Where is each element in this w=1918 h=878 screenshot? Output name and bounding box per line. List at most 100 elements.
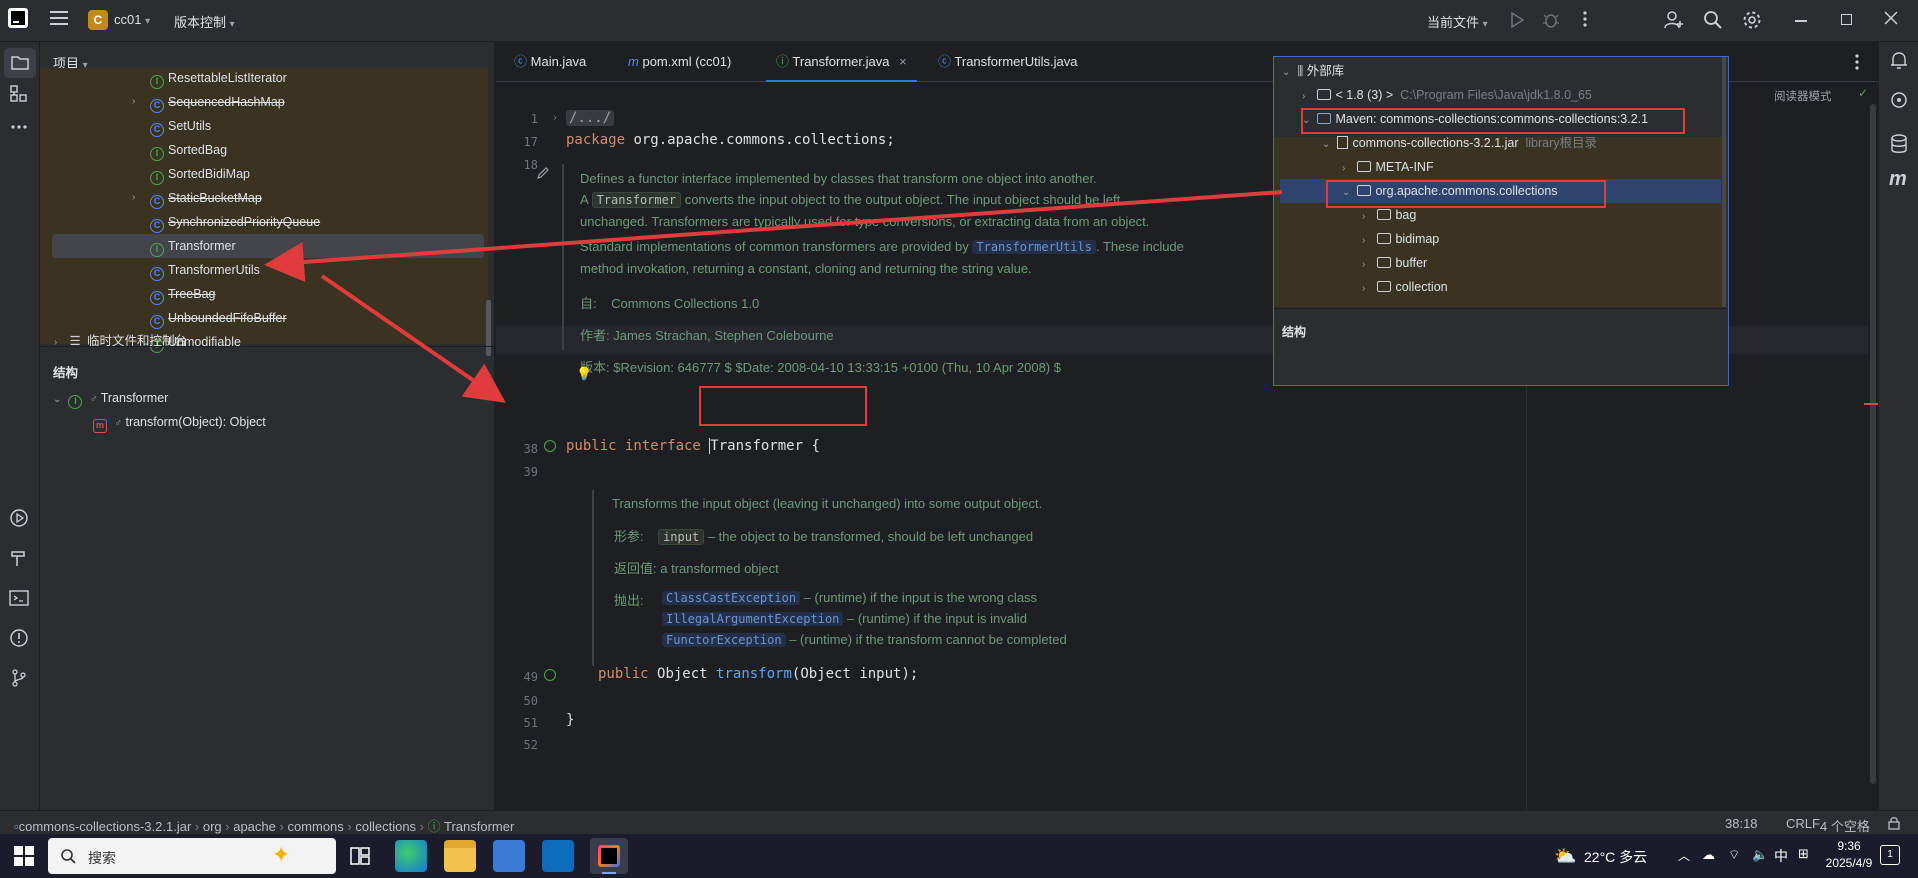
tree-scrollbar[interactable]	[486, 300, 491, 356]
breadcrumb-item[interactable]: apache	[233, 819, 276, 834]
tab-transformerutils-java[interactable]: ⓒ TransformerUtils.java	[928, 42, 1087, 82]
run-icon[interactable]	[1510, 12, 1524, 28]
structure-method[interactable]: m ♂ transform(Object): Object	[93, 410, 266, 434]
volume-icon[interactable]: 🔈	[1752, 847, 1768, 863]
external-libraries-node[interactable]: ⌄ ⫼ 外部库	[1282, 59, 1344, 83]
restore-icon[interactable]	[1841, 14, 1852, 25]
tree-item[interactable]: C SynchronizedPriorityQueue	[40, 210, 488, 234]
terminal-icon[interactable]	[9, 588, 29, 608]
tab-main-java[interactable]: ⓒ Main.java	[504, 42, 596, 82]
tray-chevron-icon[interactable]: ︿	[1678, 847, 1690, 864]
chevron-right-icon[interactable]: ›	[132, 90, 144, 114]
add-user-icon[interactable]	[1664, 10, 1684, 30]
breadcrumb-item[interactable]: Transformer	[444, 819, 514, 834]
method-name[interactable]: transform	[716, 666, 792, 682]
indent-setting[interactable]: 4 个空格	[1820, 816, 1870, 835]
doc-link-transformerutils[interactable]: TransformerUtils	[972, 240, 1096, 254]
tree-item[interactable]: › C StaticBucketMap	[40, 186, 488, 210]
debug-icon[interactable]	[1543, 11, 1559, 29]
meta-inf-node[interactable]: › META-INF	[1342, 155, 1434, 179]
implemented-gutter-icon[interactable]	[544, 440, 556, 452]
tree-item[interactable]: I SortedBidiMap	[40, 162, 488, 186]
clock[interactable]: 9:36 2025/4/9	[1822, 838, 1876, 872]
tree-item[interactable]: C SetUtils	[40, 114, 488, 138]
chevron-right-icon[interactable]: ›	[132, 186, 144, 210]
implemented-gutter-icon[interactable]	[544, 669, 556, 681]
file-explorer-icon[interactable]	[444, 840, 476, 872]
tab-options-icon[interactable]	[1855, 54, 1859, 70]
vcs-menu[interactable]: 版本控制 ▾	[174, 12, 235, 31]
close-icon[interactable]	[1884, 11, 1898, 25]
folder-icon	[1377, 209, 1392, 220]
outlook-icon[interactable]	[542, 840, 574, 872]
minimize-icon[interactable]	[1795, 20, 1807, 22]
windows-start-icon[interactable]	[14, 846, 34, 866]
folded-region[interactable]: /.../	[566, 110, 615, 126]
close-tab-icon[interactable]: ×	[899, 54, 907, 69]
more-tools-icon[interactable]	[10, 124, 28, 130]
tree-item[interactable]: I ResettableListIterator	[40, 66, 488, 90]
package-child-node[interactable]: › collection	[1362, 275, 1448, 299]
settings-gear-icon[interactable]	[1742, 10, 1762, 30]
taskbar-search-box[interactable]: 搜索 ✦	[48, 838, 336, 874]
jar-node[interactable]: ⌄ commons-collections-3.2.1.jar library根…	[1322, 131, 1597, 155]
edge-browser-icon[interactable]	[395, 840, 427, 872]
search-icon[interactable]	[1703, 10, 1723, 30]
package-child-node[interactable]: › buffer	[1362, 251, 1427, 275]
tree-item[interactable]: › C SequencedHashMap	[40, 90, 488, 114]
tab-transformer-java[interactable]: ⓘ Transformer.java ×	[766, 42, 917, 82]
network-icon[interactable]: ☁	[1702, 847, 1715, 863]
caret-position[interactable]: 38:18	[1725, 816, 1758, 831]
problems-icon[interactable]	[9, 628, 29, 648]
project-badge[interactable]: C	[88, 10, 108, 30]
tree-item[interactable]: C TreeBag	[40, 282, 488, 306]
microsoft-store-icon[interactable]	[493, 840, 525, 872]
project-tool-button[interactable]	[4, 48, 36, 78]
git-branch-icon[interactable]	[9, 668, 29, 688]
jdk-node[interactable]: › < 1.8 (3) > C:\Program Files\Java\jdk1…	[1302, 83, 1592, 107]
notifications-bell-icon[interactable]	[1889, 50, 1909, 70]
task-view-icon[interactable]	[350, 846, 370, 866]
run-config-selector[interactable]: 当前文件 ▾	[1427, 12, 1488, 31]
package-child-node[interactable]: › bidimap	[1362, 227, 1439, 251]
database-icon[interactable]	[1890, 134, 1908, 154]
tree-item[interactable]: C TransformerUtils	[40, 258, 488, 282]
doc-link-exception[interactable]: FunctorException	[662, 633, 786, 647]
structure-root[interactable]: ⌄ I ♂ Transformer	[53, 386, 168, 410]
main-menu-icon[interactable]	[50, 10, 68, 26]
tree-item[interactable]: C UnboundedFifoBuffer	[40, 306, 488, 330]
edit-doc-pencil-icon[interactable]	[536, 166, 550, 180]
run-tool-icon[interactable]	[9, 508, 29, 528]
line-ending[interactable]: CRLF	[1786, 816, 1820, 831]
readonly-lock-icon[interactable]	[1888, 816, 1900, 830]
breadcrumb-item[interactable]: org	[203, 819, 222, 834]
weather-text[interactable]: 22°C 多云	[1584, 847, 1647, 867]
tab-pom-xml[interactable]: m pom.xml (cc01)	[618, 42, 741, 82]
breadcrumb-item[interactable]: commons-collections-3.2.1.jar	[19, 819, 192, 834]
editor-scrollbar[interactable]	[1870, 104, 1876, 784]
popup-scrollbar[interactable]	[1722, 57, 1726, 307]
build-hammer-icon[interactable]	[9, 548, 29, 568]
project-name[interactable]: cc01 ▾	[114, 12, 150, 27]
doc-link-exception[interactable]: ClassCastException	[662, 591, 801, 605]
notification-center-icon[interactable]: 1	[1880, 845, 1900, 865]
breadcrumb-item[interactable]: commons	[287, 819, 343, 834]
ai-assistant-icon[interactable]	[1889, 90, 1909, 110]
structure-tool-icon[interactable]	[9, 84, 29, 104]
ime-mode-icon[interactable]: ⊞	[1798, 846, 1809, 862]
intellij-taskbar-button[interactable]	[590, 838, 628, 874]
folded-imports[interactable]: /.../	[566, 110, 615, 126]
wifi-icon[interactable]: ⌔	[1728, 847, 1740, 863]
fold-chevron-icon[interactable]: ›	[553, 112, 557, 124]
weather-cloud-icon[interactable]: ⛅	[1554, 846, 1576, 867]
ime-indicator[interactable]: 中	[1774, 846, 1788, 866]
more-actions-icon[interactable]	[1583, 11, 1587, 27]
scratches-node[interactable]: › ☰ 临时文件和控制台	[40, 329, 488, 353]
maven-tool-icon[interactable]: m	[1889, 168, 1907, 191]
lightbulb-icon[interactable]: 💡	[576, 366, 592, 382]
tree-item[interactable]: I SortedBag	[40, 138, 488, 162]
interface-name[interactable]: Transformer	[709, 438, 804, 454]
tree-item[interactable]: I Transformer	[52, 234, 484, 258]
breadcrumb-item[interactable]: collections	[355, 819, 416, 834]
doc-link-exception[interactable]: IllegalArgumentException	[662, 612, 844, 626]
